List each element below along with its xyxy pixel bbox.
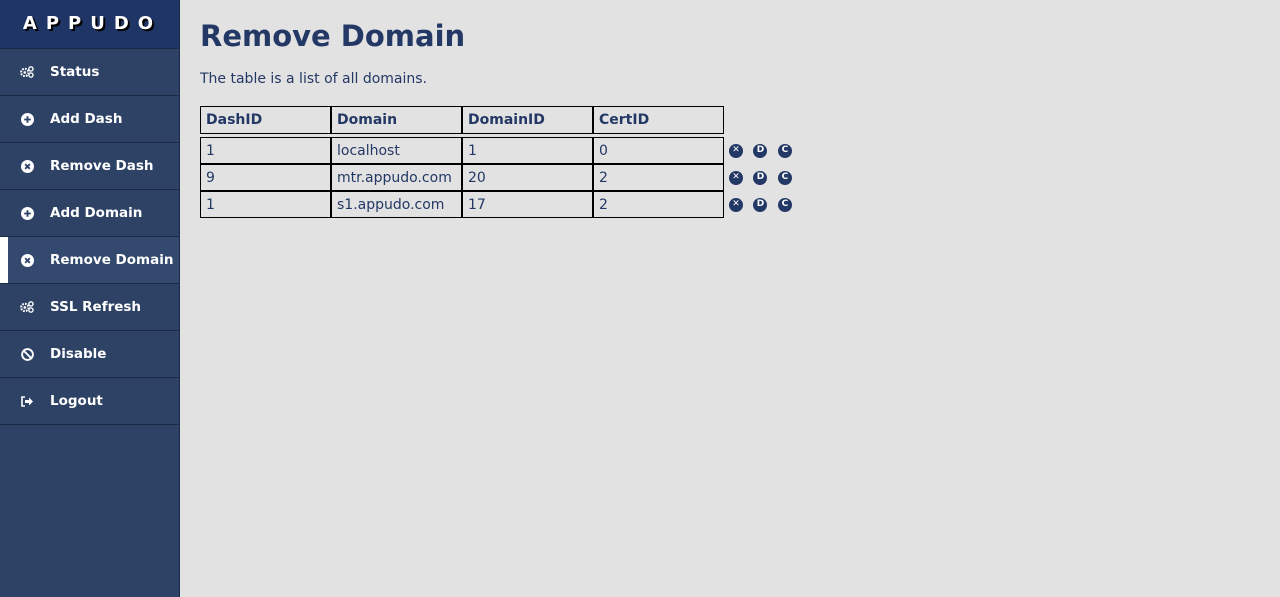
ban-icon xyxy=(20,347,34,361)
cell-dashid: 1 xyxy=(200,137,331,164)
main-content: Remove Domain The table is a list of all… xyxy=(200,0,803,218)
column-header-certid: CertID xyxy=(593,106,724,134)
remove-action-icon[interactable]: ✕ xyxy=(729,170,743,185)
plus-circle-icon xyxy=(20,112,34,126)
remove-action-icon[interactable]: ✕ xyxy=(729,197,743,212)
table-row: 9 mtr.appudo.com 20 2 ✕ D C xyxy=(200,164,803,191)
page-description: The table is a list of all domains. xyxy=(200,71,428,87)
sidebar-item-label: Add Domain xyxy=(50,205,143,221)
cell-dashid: 1 xyxy=(200,191,331,218)
dash-action-icon[interactable]: D xyxy=(753,143,768,158)
sidebar-item-ssl-refresh[interactable]: SSL Refresh xyxy=(0,284,179,331)
column-header-domainid: DomainID xyxy=(462,106,593,134)
sidebar: APPUDO Status Add Dash Remove Dash Add D… xyxy=(0,0,180,597)
sidebar-item-label: Remove Dash xyxy=(50,158,154,174)
sidebar-item-label: Add Dash xyxy=(50,111,123,127)
cell-domainid: 1 xyxy=(462,137,593,164)
cell-certid: 0 xyxy=(593,137,724,164)
gears-icon xyxy=(20,65,34,79)
sidebar-item-label: SSL Refresh xyxy=(50,299,142,315)
sidebar-item-status[interactable]: Status xyxy=(0,49,179,96)
sidebar-item-remove-domain[interactable]: Remove Domain xyxy=(0,237,179,284)
dash-action-icon[interactable]: D xyxy=(753,197,768,212)
sidebar-item-label: Status xyxy=(50,64,100,80)
column-header-domain: Domain xyxy=(331,106,462,134)
cell-dashid: 9 xyxy=(200,164,331,191)
remove-action-icon[interactable]: ✕ xyxy=(729,143,743,158)
sidebar-item-remove-dash[interactable]: Remove Dash xyxy=(0,143,179,190)
plus-circle-icon xyxy=(20,206,34,220)
dash-action-icon[interactable]: D xyxy=(753,170,768,185)
sign-out-icon xyxy=(20,394,34,408)
row-actions: ✕ D C xyxy=(724,191,803,218)
cell-domain: mtr.appudo.com xyxy=(331,164,462,191)
sidebar-item-add-dash[interactable]: Add Dash xyxy=(0,96,179,143)
cell-certid: 2 xyxy=(593,164,724,191)
page-title: Remove Domain xyxy=(200,19,466,53)
table-row: 1 localhost 1 0 ✕ D C xyxy=(200,137,803,164)
sidebar-item-label: Logout xyxy=(50,393,103,409)
cell-domainid: 20 xyxy=(462,164,593,191)
column-header-dashid: DashID xyxy=(200,106,331,134)
cell-domainid: 17 xyxy=(462,191,593,218)
x-circle-icon xyxy=(20,253,34,267)
brand-logo: APPUDO xyxy=(0,0,179,49)
row-actions: ✕ D C xyxy=(724,164,803,191)
cell-certid: 2 xyxy=(593,191,724,218)
sidebar-item-add-domain[interactable]: Add Domain xyxy=(0,190,179,237)
x-circle-icon xyxy=(20,159,34,173)
cert-action-icon[interactable]: C xyxy=(777,143,792,158)
sidebar-item-disable[interactable]: Disable xyxy=(0,331,179,378)
cell-domain: localhost xyxy=(331,137,462,164)
gears-icon xyxy=(20,300,34,314)
cell-domain: s1.appudo.com xyxy=(331,191,462,218)
cert-action-icon[interactable]: C xyxy=(777,170,792,185)
sidebar-item-label: Disable xyxy=(50,346,107,362)
sidebar-item-logout[interactable]: Logout xyxy=(0,378,179,425)
row-actions: ✕ D C xyxy=(724,137,803,164)
sidebar-item-label: Remove Domain xyxy=(50,252,174,268)
domains-table: DashID Domain DomainID CertID 1 localhos… xyxy=(200,106,803,218)
cert-action-icon[interactable]: C xyxy=(777,197,792,212)
table-header-row: DashID Domain DomainID CertID xyxy=(200,106,803,134)
table-row: 1 s1.appudo.com 17 2 ✕ D C xyxy=(200,191,803,218)
